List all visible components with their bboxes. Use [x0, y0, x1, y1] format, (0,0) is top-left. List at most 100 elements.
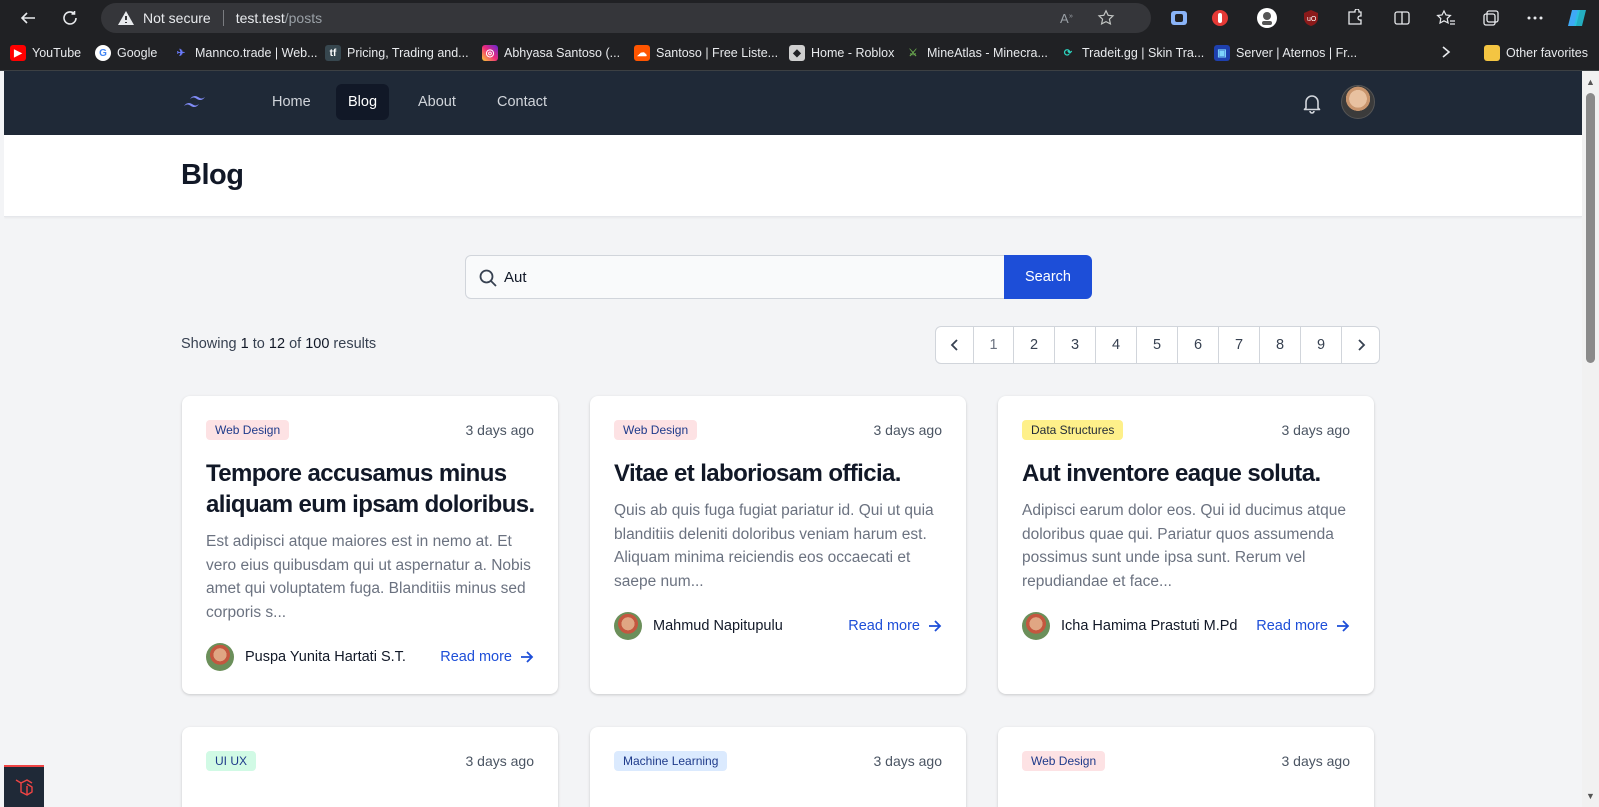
tailwind-logo-icon[interactable]	[182, 91, 214, 115]
bell-icon[interactable]	[1300, 91, 1324, 115]
bookmark-soundcloud[interactable]: ☁ Santoso | Free Liste...	[634, 45, 778, 61]
author-avatar	[206, 643, 234, 671]
post-date: 3 days ago	[873, 753, 943, 769]
pagination-page[interactable]: 3	[1055, 327, 1096, 363]
more-menu-icon[interactable]	[1523, 6, 1547, 30]
post-card: Web Design 3 days ago	[998, 727, 1374, 807]
results-from: 1	[240, 336, 249, 352]
read-more-link[interactable]: Read more	[1256, 618, 1350, 634]
post-excerpt: Adipisci earum dolor eos. Qui id ducimus…	[1022, 502, 1346, 590]
bookmark-youtube[interactable]: ▶ YouTube	[10, 45, 81, 61]
folder-icon	[1484, 45, 1500, 61]
bookmark-tradeit[interactable]: ⟳ Tradeit.gg | Skin Tra...	[1060, 45, 1204, 61]
laravel-debug-icon[interactable]	[4, 765, 44, 807]
other-favorites-label: Other favorites	[1506, 46, 1588, 60]
other-favorites[interactable]: Other favorites	[1484, 45, 1588, 61]
screen-icon[interactable]	[1167, 6, 1191, 30]
svg-text:»: »	[1069, 13, 1073, 20]
results-to: 12	[268, 336, 286, 352]
results-to-word: to	[252, 336, 265, 352]
bookmark-label: Abhyasa Santoso (...	[504, 46, 621, 60]
scroll-up-icon[interactable]: ▲	[1586, 77, 1595, 87]
search-field[interactable]	[465, 255, 1006, 299]
site-navbar: Home Blog About Contact	[4, 71, 1582, 135]
back-arrow-icon[interactable]	[14, 6, 42, 30]
page-header: Blog	[4, 135, 1582, 217]
user-avatar[interactable]	[1341, 85, 1375, 119]
split-screen-icon[interactable]	[1390, 6, 1414, 30]
post-excerpt: Quis ab quis fuga fugiat pariatur id. Qu…	[614, 502, 934, 590]
results-suffix: results	[333, 336, 377, 352]
url-host: test.test	[235, 10, 285, 26]
search-button[interactable]: Search	[1004, 255, 1092, 299]
bookmark-pricing[interactable]: tf Pricing, Trading and...	[325, 45, 469, 61]
ublock-icon[interactable]: uO	[1299, 6, 1323, 30]
results-summary: Showing 1 to 12 of 100 results	[181, 336, 376, 352]
category-badge[interactable]: UI UX	[206, 751, 257, 771]
post-title[interactable]: Tempore accusamus minus aliquam eum ipsa…	[206, 458, 536, 520]
post-title[interactable]: Vitae et laboriosam officia.	[614, 458, 944, 489]
bookmark-label: Server | Aternos | Fr...	[1236, 46, 1358, 60]
svg-text:uO: uO	[1307, 16, 1317, 23]
google-icon: G	[95, 45, 111, 61]
tradeit-icon: ⟳	[1063, 47, 1073, 59]
copilot-icon[interactable]	[1565, 6, 1589, 30]
pagination-page[interactable]: 9	[1301, 327, 1342, 363]
bookmark-instagram[interactable]: ◎ Abhyasa Santoso (...	[482, 45, 620, 61]
category-badge[interactable]: Machine Learning	[614, 751, 728, 771]
bookmark-google[interactable]: G Google	[95, 45, 157, 61]
bookmark-mannco[interactable]: ✈ Mannco.trade | Web...	[173, 45, 318, 61]
post-title[interactable]: Aut inventore eaque soluta.	[1022, 458, 1352, 489]
security-label[interactable]: Not secure	[143, 10, 211, 26]
bookmark-label: Google	[117, 46, 158, 60]
read-more-label: Read more	[848, 618, 920, 634]
bookmark-label: Mannco.trade | Web...	[195, 46, 318, 60]
bookmark-aternos[interactable]: ▣ Server | Aternos | Fr...	[1214, 45, 1357, 61]
pagination-next[interactable]	[1342, 327, 1379, 363]
bookmarks-overflow-icon[interactable]	[1441, 45, 1451, 59]
pagination-page[interactable]: 2	[1014, 327, 1055, 363]
instagram-icon: ◎	[482, 45, 498, 61]
refresh-icon[interactable]	[56, 6, 84, 30]
pagination-page[interactable]: 4	[1096, 327, 1137, 363]
post-date: 3 days ago	[1281, 753, 1351, 769]
category-badge[interactable]: Web Design	[1022, 751, 1106, 771]
adblock-icon[interactable]	[1208, 6, 1232, 30]
pagination-page[interactable]: 1	[974, 327, 1014, 363]
read-aloud-icon[interactable]: A»	[1059, 3, 1077, 33]
bookmarks-bar: ▶ YouTube G Google ✈ Mannco.trade | Web... …	[0, 36, 1599, 71]
nav-link-home[interactable]: Home	[260, 84, 323, 120]
results-prefix: Showing	[181, 336, 237, 352]
collections-icon[interactable]	[1479, 6, 1503, 30]
category-badge[interactable]: Web Design	[614, 420, 698, 440]
pagination-prev[interactable]	[936, 327, 974, 363]
read-more-link[interactable]: Read more	[440, 649, 534, 665]
mannco-icon: ✈	[176, 47, 186, 59]
scrollbar-thumb[interactable]	[1586, 93, 1595, 363]
search-input[interactable]	[504, 256, 994, 298]
nav-link-about[interactable]: About	[406, 84, 468, 120]
nav-link-contact[interactable]: Contact	[485, 84, 559, 120]
category-badge[interactable]: Web Design	[206, 420, 290, 440]
nav-link-blog[interactable]: Blog	[336, 84, 390, 120]
address-bar[interactable]: Not secure test.test/posts A»	[101, 3, 1151, 33]
pagination-page[interactable]: 7	[1219, 327, 1260, 363]
read-more-link[interactable]: Read more	[848, 618, 942, 634]
bookmark-label: Tradeit.gg | Skin Tra...	[1082, 46, 1205, 60]
scroll-down-icon[interactable]: ▼	[1586, 791, 1595, 801]
bookmark-mineatlas[interactable]: ⚔ MineAtlas - Minecra...	[905, 45, 1048, 61]
author-name: Icha Hamima Prastuti M.Pd	[1061, 618, 1238, 634]
extensions-icon[interactable]	[1343, 6, 1367, 30]
favorites-icon[interactable]	[1434, 6, 1458, 30]
bookmark-roblox[interactable]: ◆ Home - Roblox	[789, 45, 894, 61]
browser-toolbar: Not secure test.test/posts A» uO	[0, 0, 1599, 36]
search-icon	[479, 269, 497, 287]
tf-icon: tf	[325, 45, 341, 61]
page-scrollbar[interactable]: ▲ ▼	[1582, 71, 1599, 807]
pagination-page[interactable]: 6	[1178, 327, 1219, 363]
profile-ext-icon[interactable]	[1255, 6, 1279, 30]
pagination-page[interactable]: 8	[1260, 327, 1301, 363]
pagination-page[interactable]: 5	[1137, 327, 1178, 363]
category-badge[interactable]: Data Structures	[1022, 420, 1124, 440]
star-icon[interactable]	[1097, 3, 1115, 33]
